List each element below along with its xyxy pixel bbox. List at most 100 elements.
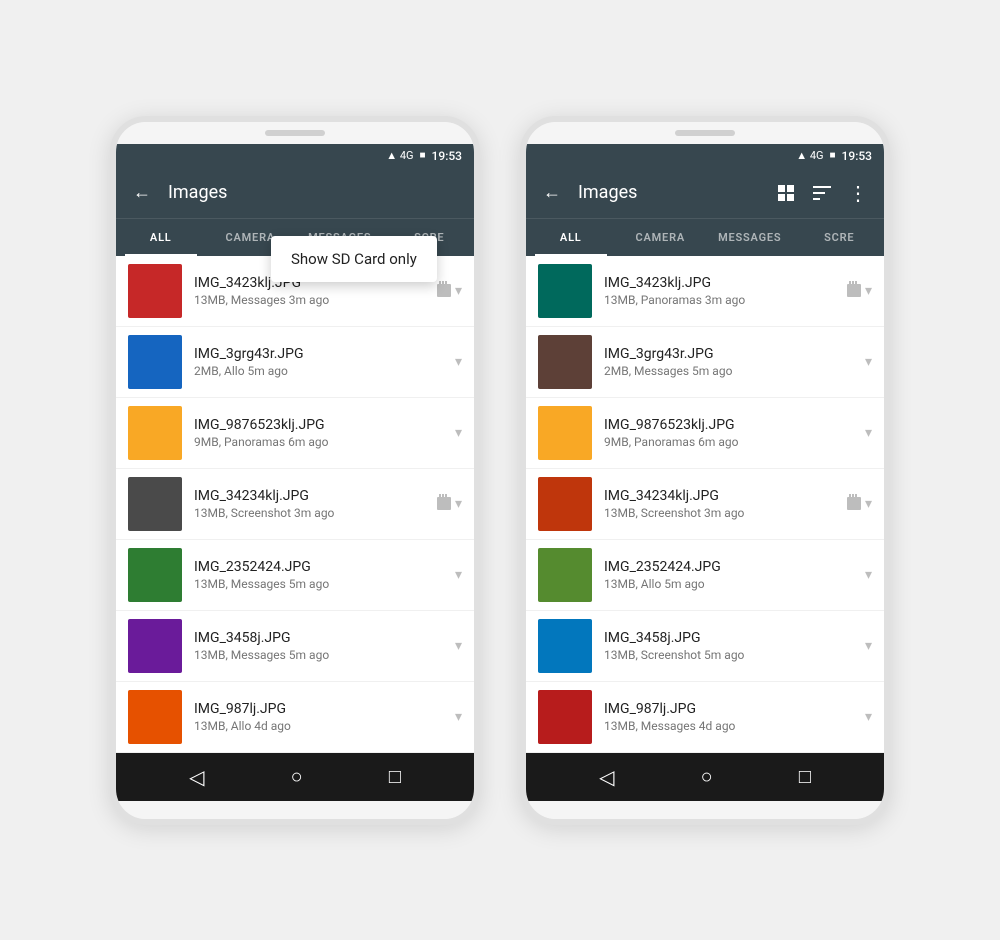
file-name: IMG_9876523klj.JPG: [604, 417, 853, 433]
file-thumbnail: [128, 264, 182, 318]
file-info: IMG_2352424.JPG13MB, Messages 5m ago: [194, 559, 443, 591]
screen-title: Images: [168, 182, 462, 203]
tab-all[interactable]: ALL: [526, 219, 616, 256]
file-item[interactable]: IMG_2352424.JPG13MB, Allo 5m ago ▾: [526, 540, 884, 611]
file-actions: ▾: [455, 709, 462, 725]
file-item[interactable]: IMG_34234klj.JPG13MB, Screenshot 3m ago ▾: [526, 469, 884, 540]
nav-back-icon[interactable]: ◁: [189, 765, 204, 789]
phone-speaker: [265, 130, 325, 136]
file-info: IMG_3423klj.JPG13MB, Panoramas 3m ago: [604, 275, 835, 307]
expand-chevron-icon[interactable]: ▾: [455, 638, 462, 654]
file-list: IMG_3423klj.JPG13MB, Messages 3m ago▾IMG…: [116, 256, 474, 753]
nav-bar: ◁ ○ □: [116, 753, 474, 801]
file-name: IMG_34234klj.JPG: [604, 488, 835, 504]
file-item[interactable]: IMG_9876523klj.JPG 9MB, Panoramas 6m ago ▾: [526, 398, 884, 469]
file-thumbnail: [128, 477, 182, 531]
expand-chevron-icon[interactable]: ▾: [455, 354, 462, 370]
file-name: IMG_2352424.JPG: [194, 559, 443, 575]
file-name: IMG_3grg43r.JPG: [604, 346, 853, 362]
app-bar-actions: ⋮: [772, 179, 872, 207]
file-actions: ▾: [865, 425, 872, 441]
file-item[interactable]: IMG_3458j.JPG13MB, Messages 5m ago ▾: [116, 611, 474, 682]
file-name: IMG_34234klj.JPG: [194, 488, 425, 504]
file-actions: ▾: [455, 638, 462, 654]
file-info: IMG_3458j.JPG 13MB, Screenshot 5m ago: [604, 630, 853, 662]
file-info: IMG_3grg43r.JPG2MB, Allo 5m ago: [194, 346, 443, 378]
file-name: IMG_3458j.JPG: [604, 630, 853, 646]
sort-button[interactable]: [808, 179, 836, 207]
expand-chevron-icon[interactable]: ▾: [455, 283, 462, 299]
file-actions: ▾: [865, 638, 872, 654]
file-thumbnail: [128, 619, 182, 673]
file-thumbnail: [538, 690, 592, 744]
file-item[interactable]: IMG_3423klj.JPG13MB, Panoramas 3m ago ▾: [526, 256, 884, 327]
nav-back-icon[interactable]: ◁: [599, 765, 614, 789]
expand-chevron-icon[interactable]: ▾: [865, 354, 872, 370]
file-item[interactable]: IMG_9876523klj.JPG9MB, Panoramas 6m ago ▾: [116, 398, 474, 469]
phone-notch: [116, 122, 474, 144]
expand-chevron-icon[interactable]: ▾: [455, 709, 462, 725]
file-meta: 13MB, Messages 4d ago: [604, 719, 853, 733]
file-meta: 13MB, Screenshot 5m ago: [604, 648, 853, 662]
file-info: IMG_9876523klj.JPG9MB, Panoramas 6m ago: [194, 417, 443, 449]
file-thumbnail: [538, 264, 592, 318]
expand-chevron-icon[interactable]: ▾: [865, 709, 872, 725]
file-meta: 2MB, Allo 5m ago: [194, 364, 443, 378]
grid-view-button[interactable]: [772, 179, 800, 207]
nav-recent-icon[interactable]: □: [799, 764, 811, 789]
file-meta: 13MB, Allo 5m ago: [604, 577, 853, 591]
file-info: IMG_9876523klj.JPG 9MB, Panoramas 6m ago: [604, 417, 853, 449]
expand-chevron-icon[interactable]: ▾: [865, 283, 872, 299]
back-button[interactable]: ←: [538, 179, 566, 207]
back-button[interactable]: ←: [128, 179, 156, 207]
file-info: IMG_34234klj.JPG13MB, Screenshot 3m ago: [604, 488, 835, 520]
file-item[interactable]: IMG_34234klj.JPG 13MB, Screenshot 3m ago ▾: [116, 469, 474, 540]
file-actions: ▾: [437, 281, 462, 301]
file-item[interactable]: IMG_987lj.JPG13MB, Messages 4d ago▾: [526, 682, 884, 753]
expand-chevron-icon[interactable]: ▾: [455, 496, 462, 512]
tab-bar: ALLCAMERAMESSAGESSCRE: [526, 218, 884, 256]
file-actions: ▾: [455, 567, 462, 583]
file-info: IMG_2352424.JPG13MB, Allo 5m ago: [604, 559, 853, 591]
file-actions: ▾: [865, 354, 872, 370]
tab-scre[interactable]: SCRE: [795, 219, 885, 256]
expand-chevron-icon[interactable]: ▾: [455, 425, 462, 441]
file-name: IMG_987lj.JPG: [194, 701, 443, 717]
nav-recent-icon[interactable]: □: [389, 764, 401, 789]
file-actions: ▾: [455, 425, 462, 441]
file-info: IMG_3458j.JPG13MB, Messages 5m ago: [194, 630, 443, 662]
clock: 19:53: [842, 149, 872, 163]
expand-chevron-icon[interactable]: ▾: [455, 567, 462, 583]
screen-title: Images: [578, 182, 760, 203]
nav-bar: ◁ ○ □: [526, 753, 884, 801]
file-meta: 13MB, Allo 4d ago: [194, 719, 443, 733]
file-actions: ▾: [847, 494, 872, 514]
tab-messages[interactable]: MESSAGES: [705, 219, 795, 256]
file-item[interactable]: IMG_987lj.JPG 13MB, Allo 4d ago ▾: [116, 682, 474, 753]
file-meta: 13MB, Screenshot 3m ago: [194, 506, 425, 520]
sd-card-icon: [437, 281, 451, 301]
file-thumbnail: [538, 548, 592, 602]
tab-all[interactable]: ALL: [116, 219, 206, 256]
tab-camera[interactable]: CAMERA: [616, 219, 706, 256]
nav-home-icon[interactable]: ○: [291, 764, 303, 789]
nav-home-icon[interactable]: ○: [701, 764, 713, 789]
phone-bottom: [526, 801, 884, 819]
file-item[interactable]: IMG_3grg43r.JPG2MB, Allo 5m ago ▾: [116, 327, 474, 398]
more-options-button[interactable]: ⋮: [844, 179, 872, 207]
file-actions: ▾: [865, 709, 872, 725]
file-meta: 9MB, Panoramas 6m ago: [604, 435, 853, 449]
file-actions: ▾: [865, 567, 872, 583]
app-bar: ← Images ⋮: [526, 168, 884, 218]
expand-chevron-icon[interactable]: ▾: [865, 496, 872, 512]
file-meta: 13MB, Panoramas 3m ago: [604, 293, 835, 307]
battery-icon: ■: [830, 150, 836, 161]
file-item[interactable]: IMG_3458j.JPG 13MB, Screenshot 5m ago ▾: [526, 611, 884, 682]
expand-chevron-icon[interactable]: ▾: [865, 425, 872, 441]
sd-card-dropdown[interactable]: Show SD Card only: [271, 236, 437, 282]
file-item[interactable]: IMG_2352424.JPG13MB, Messages 5m ago ▾: [116, 540, 474, 611]
expand-chevron-icon[interactable]: ▾: [865, 567, 872, 583]
file-list: IMG_3423klj.JPG13MB, Panoramas 3m ago▾IM…: [526, 256, 884, 753]
expand-chevron-icon[interactable]: ▾: [865, 638, 872, 654]
file-item[interactable]: IMG_3grg43r.JPG2MB, Messages 5m ago▾: [526, 327, 884, 398]
